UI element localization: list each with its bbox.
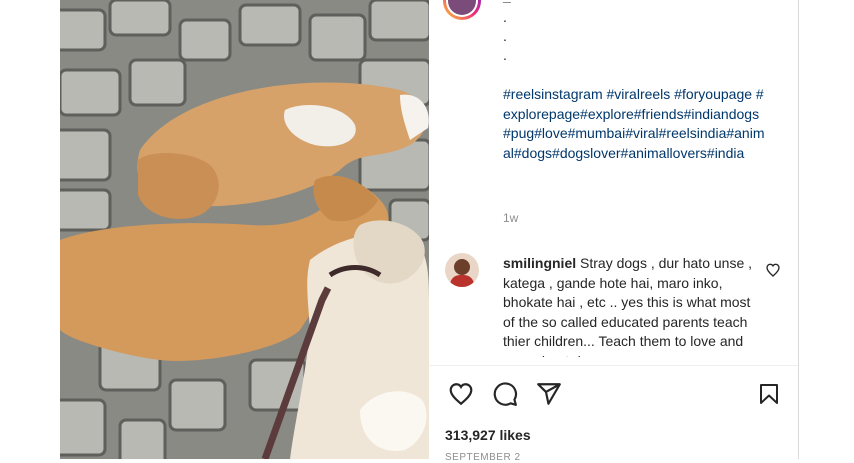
video-frame-dogs — [60, 0, 429, 459]
post-dialog: _ . . . #reelsinstagram #viralreels #for… — [60, 0, 799, 463]
comment-like-heart-icon[interactable] — [765, 262, 781, 278]
comment-item: smilingniel Stray dogs , dur hato unse ,… — [445, 251, 785, 357]
post-date: SEPTEMBER 2 — [445, 452, 521, 463]
post-side-panel: _ . . . #reelsinstagram #viralreels #for… — [429, 0, 798, 463]
comment-bubble-icon[interactable] — [489, 378, 521, 410]
likes-count[interactable]: 313,927 likes — [445, 427, 531, 443]
author-avatar[interactable] — [443, 0, 481, 20]
commenter-username[interactable]: smilingniel — [503, 255, 576, 271]
save-bookmark-icon[interactable] — [753, 378, 785, 410]
caption-hashtags[interactable]: #reelsinstagram #viralreels #foryoupage … — [503, 85, 765, 163]
post-video[interactable] — [60, 0, 429, 459]
comment-body: smilingniel Stray dogs , dur hato unse ,… — [503, 254, 755, 357]
actions-divider — [429, 365, 798, 366]
share-paper-plane-icon[interactable] — [533, 378, 565, 410]
caption-timestamp[interactable]: 1w — [503, 211, 518, 225]
caption-dots: . . . — [503, 9, 507, 63]
like-heart-icon[interactable] — [445, 378, 477, 410]
post-action-bar — [429, 378, 798, 412]
commenter-avatar[interactable] — [445, 253, 479, 287]
caption-username[interactable]: _ — [503, 0, 511, 4]
